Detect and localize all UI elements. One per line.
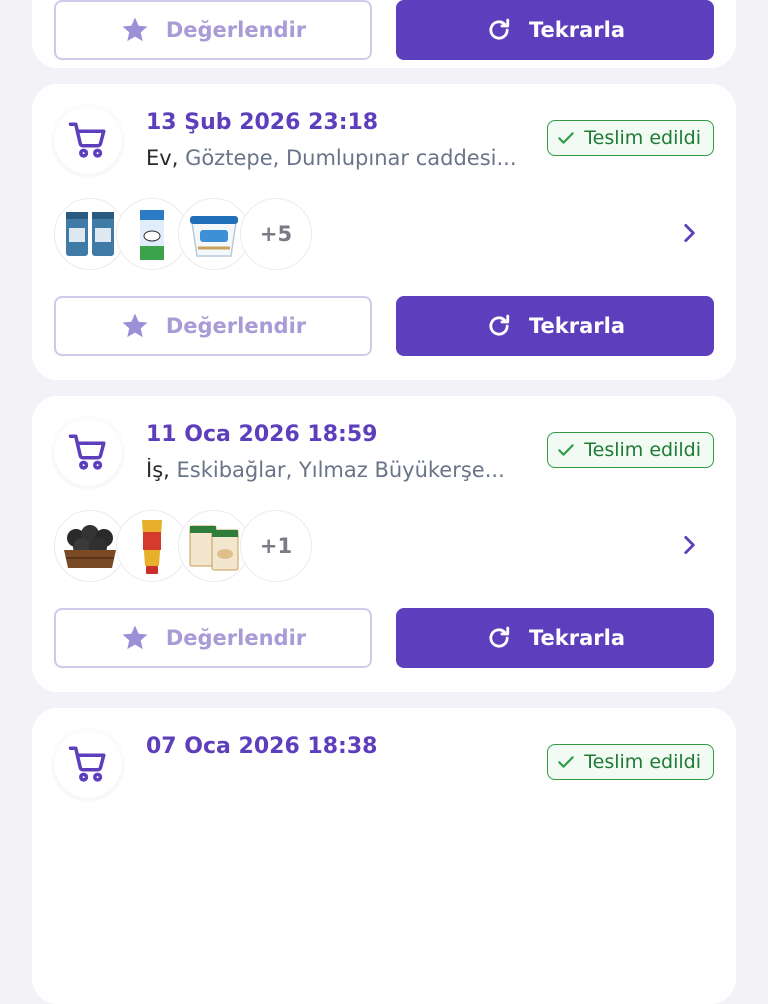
order-date: 07 Oca 2026 18:38 [146, 734, 378, 759]
check-icon [558, 444, 575, 456]
chevron-right-icon[interactable] [676, 220, 702, 246]
status-text: Teslim edildi [584, 439, 701, 461]
order-date: 11 Oca 2026 18:59 [146, 422, 378, 447]
more-products-count: +1 [240, 510, 312, 582]
status-badge: Teslim edildi [547, 432, 714, 468]
milk-carton-image [140, 210, 164, 260]
repeat-button-label: Tekrarla [529, 18, 625, 42]
order-card: Değerlendir Tekrarla [32, 0, 736, 68]
order-address: İş, Eskibağlar, Yılmaz Büyükerşe... [146, 458, 536, 482]
order-card[interactable]: 13 Şub 2026 23:18 Ev, Göztepe, Dumlupına… [32, 84, 736, 380]
rate-button[interactable]: Değerlendir [54, 0, 372, 60]
status-text: Teslim edildi [584, 751, 701, 773]
charcoal-crate-image [64, 525, 116, 568]
address-text: Göztepe, Dumlupınar caddesi... [185, 146, 517, 170]
status-text: Teslim edildi [584, 127, 701, 149]
rate-button-label: Değerlendir [165, 314, 307, 338]
order-address: Ev, Göztepe, Dumlupınar caddesi... [146, 146, 536, 170]
repeat-button-label: Tekrarla [529, 314, 625, 338]
refresh-icon [489, 626, 510, 648]
order-card[interactable]: 11 Oca 2026 18:59 İş, Eskibağlar, Yılmaz… [32, 396, 736, 692]
check-icon [558, 756, 575, 768]
repeat-button[interactable]: Tekrarla [396, 608, 714, 668]
cat-food-bags-image [66, 212, 114, 256]
chevron-right-icon[interactable] [676, 532, 702, 558]
order-icon-container [54, 730, 122, 798]
rate-button[interactable]: Değerlendir [54, 296, 372, 356]
order-icon-container [54, 418, 122, 486]
address-label: Ev, [146, 146, 179, 170]
order-icon-container [54, 106, 122, 174]
rate-button-label: Değerlendir [165, 18, 307, 42]
address-label: İş, [146, 458, 170, 482]
star-icon [122, 625, 148, 650]
status-badge: Teslim edildi [547, 744, 714, 780]
star-icon [122, 17, 148, 42]
repeat-button[interactable]: Tekrarla [396, 0, 714, 60]
star-icon [122, 313, 148, 338]
status-badge: Teslim edildi [547, 120, 714, 156]
yogurt-tub-image [190, 216, 238, 257]
refresh-icon [489, 314, 510, 336]
cart-icon [68, 746, 106, 782]
repeat-button-label: Tekrarla [529, 626, 625, 650]
tomato-paste-tube-image [142, 520, 162, 574]
pasta-boxes-image [189, 525, 239, 571]
cart-icon [68, 434, 106, 470]
order-date: 13 Şub 2026 23:18 [146, 110, 379, 135]
refresh-icon [489, 18, 510, 40]
order-card[interactable]: 07 Oca 2026 18:38 Teslim edildi [32, 708, 736, 1004]
rate-button-label: Değerlendir [165, 626, 307, 650]
repeat-button[interactable]: Tekrarla [396, 296, 714, 356]
cart-icon [68, 122, 106, 158]
address-text: Eskibağlar, Yılmaz Büyükerşe... [176, 458, 505, 482]
check-icon [558, 132, 575, 144]
rate-button[interactable]: Değerlendir [54, 608, 372, 668]
more-products-count: +5 [240, 198, 312, 270]
